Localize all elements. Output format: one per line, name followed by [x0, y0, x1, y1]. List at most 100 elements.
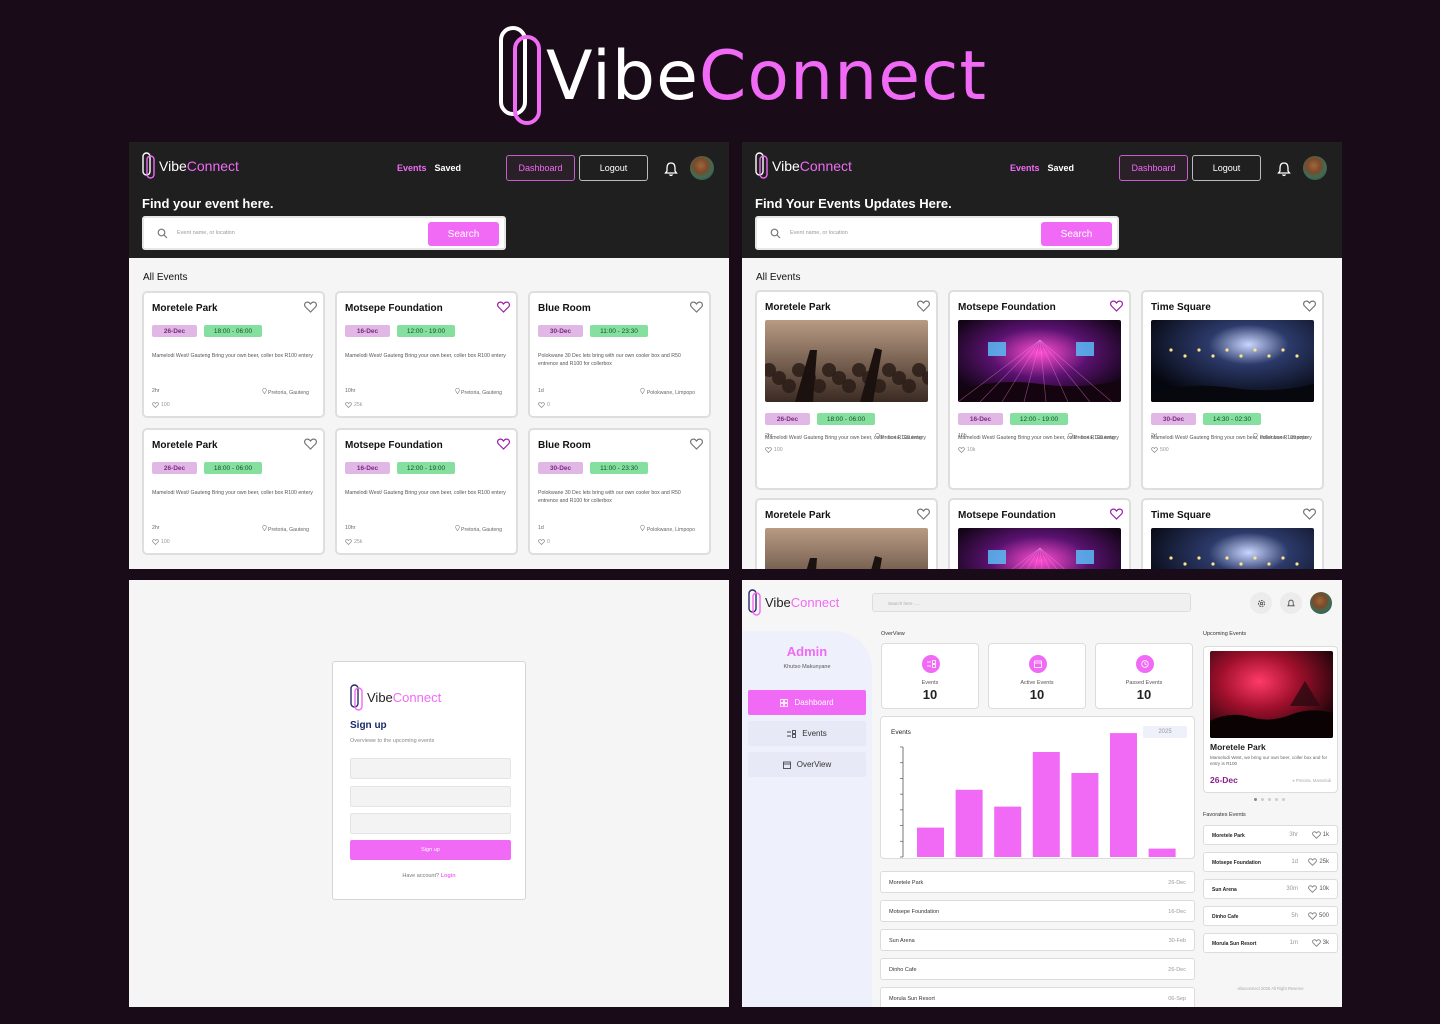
chart-bar[interactable] [1110, 733, 1137, 857]
email-field[interactable] [350, 786, 511, 807]
sidebar-item-overview[interactable]: OverView [748, 752, 866, 777]
event-photo [958, 320, 1121, 402]
event-card[interactable]: Time Square 30-Dec 14:30 - 02:30 Mamelodi W… [1141, 290, 1324, 490]
event-list-row[interactable]: Morula Sun Resort 06-Sep [880, 987, 1195, 1007]
signup-button[interactable]: Sign up [350, 840, 511, 860]
save-button[interactable] [304, 300, 317, 318]
event-list-row[interactable]: Moretele Park 26-Dec [880, 871, 1195, 893]
favorite-row[interactable]: Motsepe Foundation 1d 25k [1203, 852, 1338, 872]
avatar[interactable] [1310, 592, 1332, 614]
heart-icon[interactable] [1303, 508, 1316, 520]
chart-bar[interactable] [1148, 848, 1176, 857]
event-title: Moretele Park [765, 302, 831, 313]
event-card[interactable]: Moretele Park 26-Dec 18:00 - 06:00 Mamelodi… [142, 291, 325, 418]
save-button[interactable] [304, 437, 317, 455]
password-field[interactable] [350, 813, 511, 834]
notifications-button[interactable] [1280, 592, 1302, 614]
logout-button[interactable]: Logout [1192, 155, 1261, 181]
likes-icon [765, 447, 772, 453]
nav-events[interactable]: Events [397, 163, 427, 173]
event-list-row[interactable]: Dinho Cafe 26-Dec [880, 958, 1195, 980]
favorite-row[interactable]: Sun Arena 30m 10k [1203, 879, 1338, 899]
sidebar-item-events[interactable]: Events [748, 721, 866, 746]
heart-icon[interactable] [497, 301, 510, 313]
upcoming-event-card[interactable]: Moretele Park Mamelodi West, we bring ou… [1203, 646, 1338, 793]
nav-saved[interactable]: Saved [1048, 163, 1075, 173]
heart-icon[interactable] [304, 301, 317, 313]
dashboard-button[interactable]: Dashboard [506, 155, 575, 181]
heart-icon[interactable] [690, 301, 703, 313]
save-button[interactable] [1110, 299, 1123, 317]
carousel-dot[interactable] [1268, 798, 1271, 801]
posted-time: 2hr [152, 388, 160, 394]
heart-icon[interactable] [690, 438, 703, 450]
heart-icon[interactable] [917, 508, 930, 520]
carousel-dot[interactable] [1275, 798, 1278, 801]
favorite-row[interactable]: Dinho Cafe 5h 500 [1203, 906, 1338, 926]
carousel-dot[interactable] [1261, 798, 1264, 801]
brand-logo[interactable]: Vibe Connect [748, 589, 839, 616]
location-text: Pretoria, Gauteng [268, 390, 309, 396]
heart-icon[interactable] [1303, 300, 1316, 312]
search-button[interactable]: Search [1041, 222, 1112, 246]
event-card[interactable]: Moretele Park 26-Dec 18:00 - 06:00 Mamelodi… [142, 428, 325, 555]
search-input[interactable]: Event name, or location [177, 230, 235, 236]
nav-saved[interactable]: Saved [435, 163, 462, 173]
heart-icon[interactable] [1110, 508, 1123, 520]
favorite-row[interactable]: Morula Sun Resort 1m 3k [1203, 933, 1338, 953]
chart-bar[interactable] [917, 827, 944, 857]
settings-button[interactable] [1250, 592, 1272, 614]
avatar[interactable] [690, 156, 714, 180]
heart-icon[interactable] [1110, 300, 1123, 312]
bell-icon[interactable] [1277, 161, 1291, 177]
sidebar-item-dashboard[interactable]: Dashboard [748, 690, 866, 715]
save-button[interactable] [1303, 299, 1316, 317]
carousel-dot[interactable] [1254, 798, 1257, 801]
search-button[interactable]: Search [428, 222, 499, 246]
chart-bar[interactable] [955, 789, 983, 857]
event-card[interactable]: Moretele Park [755, 498, 938, 569]
event-card[interactable]: Blue Room 30-Dec 11:00 - 23:30 Polokwane 30… [528, 428, 711, 555]
save-button[interactable] [917, 299, 930, 317]
event-list-row[interactable]: Motsepe Foundation 16-Dec [880, 900, 1195, 922]
event-card[interactable]: Motsepe Foundation 16-Dec 12:00 - 19:00 Mam… [948, 290, 1131, 490]
bell-icon[interactable] [664, 161, 678, 177]
chart-bar[interactable] [994, 806, 1022, 857]
dashboard-button[interactable]: Dashboard [1119, 155, 1188, 181]
event-list-row[interactable]: Sun Arena 30-Feb [880, 929, 1195, 951]
chart-bar[interactable] [1071, 773, 1099, 857]
brand-logo[interactable]: Vibe Connect [142, 152, 239, 179]
save-button[interactable] [1110, 507, 1123, 525]
favorite-time: 1d [1291, 859, 1298, 865]
heart-icon[interactable] [917, 300, 930, 312]
save-button[interactable] [497, 437, 510, 455]
brand-logo[interactable]: Vibe Connect [755, 152, 852, 179]
nav-events[interactable]: Events [1010, 163, 1040, 173]
carousel-dot[interactable] [1282, 798, 1285, 801]
favorite-likes: 500 [1308, 912, 1329, 920]
save-button[interactable] [497, 300, 510, 318]
event-card[interactable]: Motsepe Foundation 16-Dec 12:00 - 19:00 Mam… [335, 428, 518, 555]
logout-button[interactable]: Logout [579, 155, 648, 181]
location-text: Pretoria, Gauteng [461, 527, 502, 533]
event-card[interactable]: Moretele Park 26-Dec 18:00 - 06:00 Mamelodi… [755, 290, 938, 490]
event-card[interactable]: Motsepe Foundation [948, 498, 1131, 569]
dashboard-search-input[interactable]: Search here ..... [872, 593, 1191, 612]
sidebar: Admin Khutso Makunyane Dashboard Events … [742, 631, 872, 1007]
name-field[interactable] [350, 758, 511, 779]
save-button[interactable] [917, 507, 930, 525]
search-input[interactable]: Event name, or location [790, 230, 848, 236]
login-link[interactable]: Login [441, 873, 456, 879]
avatar[interactable] [1303, 156, 1327, 180]
event-card[interactable]: Time Square [1141, 498, 1324, 569]
chart-bar[interactable] [1032, 752, 1060, 857]
carousel-dots[interactable] [1254, 798, 1285, 801]
heart-icon[interactable] [497, 438, 510, 450]
save-button[interactable] [690, 437, 703, 455]
save-button[interactable] [690, 300, 703, 318]
event-card[interactable]: Motsepe Foundation 16-Dec 12:00 - 19:00 Mam… [335, 291, 518, 418]
heart-icon[interactable] [304, 438, 317, 450]
save-button[interactable] [1303, 507, 1316, 525]
favorite-row[interactable]: Moretele Park 3hr 1k [1203, 825, 1338, 845]
event-card[interactable]: Blue Room 30-Dec 11:00 - 23:30 Polokwane 30… [528, 291, 711, 418]
